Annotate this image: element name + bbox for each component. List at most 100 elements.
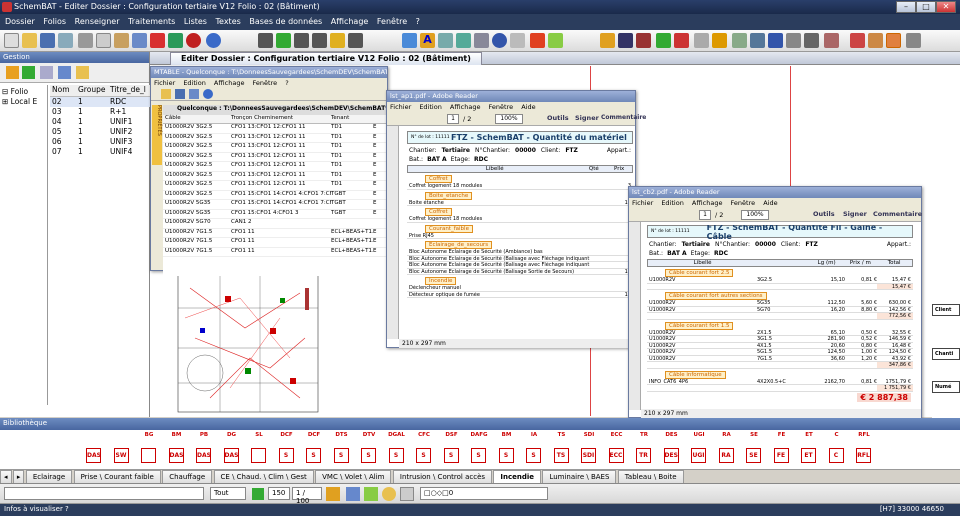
pdf2-page-input[interactable]: 1 <box>699 210 711 220</box>
library-symbol[interactable]: DAFG S <box>467 432 491 468</box>
library-symbol[interactable]: ECC ECC <box>605 432 629 468</box>
table-row[interactable]: 04 1 UNIF1 <box>50 117 150 127</box>
tab-vmc[interactable]: VMC \ Volet \ Alim <box>315 470 392 483</box>
pdf1-menu-edition[interactable]: Edition <box>419 103 442 111</box>
tool-2-icon[interactable] <box>868 33 883 48</box>
table-row[interactable]: 05 1 UNIF2 <box>50 127 150 137</box>
mtable-menu-affichage[interactable]: Affichage <box>214 79 245 87</box>
pdf2-nav-panel[interactable] <box>629 222 641 410</box>
tree-item-folio[interactable]: ⊟ Folio <box>2 87 45 97</box>
pdf1-menu-aide[interactable]: Aide <box>521 103 535 111</box>
save-icon[interactable] <box>175 89 185 99</box>
open-icon[interactable] <box>22 33 37 48</box>
library-symbol[interactable]: TS TS <box>550 432 574 468</box>
library-symbol[interactable]: RA RA <box>715 432 739 468</box>
library-symbol[interactable]: SE SE <box>742 432 766 468</box>
table-row[interactable]: 03 1 R+1 <box>50 107 150 117</box>
pdf1-tools-button[interactable]: Outils <box>547 114 569 122</box>
tab-scroll-left-icon[interactable]: ◂ <box>0 470 12 483</box>
library-symbol[interactable]: CFC S <box>412 432 436 468</box>
library-symbol[interactable]: TR TR <box>632 432 656 468</box>
menu-help[interactable]: ? <box>416 17 420 26</box>
close-cross-icon[interactable] <box>510 33 525 48</box>
table-row[interactable]: U1000R2V 5G70 CAN1 2 <box>163 219 389 229</box>
menu-folios[interactable]: Folios <box>43 17 66 26</box>
library-symbol[interactable]: BM S <box>495 432 519 468</box>
symbol-select[interactable]: □○◇□0 <box>420 487 548 500</box>
tool-3-icon[interactable] <box>906 33 921 48</box>
pdf1-page-input[interactable]: 1 <box>447 114 459 124</box>
layer-icon[interactable] <box>402 33 417 48</box>
menu-fenetre[interactable]: Fenêtre <box>377 17 407 26</box>
settings-icon[interactable] <box>804 33 819 48</box>
save-icon[interactable] <box>40 33 55 48</box>
menu-dossier[interactable]: Dossier <box>5 17 35 26</box>
grid-icon[interactable] <box>252 488 264 500</box>
stop-icon[interactable] <box>186 33 201 48</box>
tab-luminaire[interactable]: Luminaire \ BAES <box>542 470 617 483</box>
table-row[interactable]: U1000R2V 5G35 CFO1 15:CFO1 4:CFO1 3 TGBT E <box>163 210 389 219</box>
edit-mode-icon[interactable] <box>364 487 378 501</box>
table-row[interactable]: U1000R2V 3G2.5 CFO1 13:CFO1 12:CFO1 11 TD1… <box>163 143 389 153</box>
layer-select[interactable]: Tout <box>210 487 246 500</box>
help-icon[interactable] <box>203 89 213 99</box>
library-symbol[interactable]: FE FE <box>770 432 794 468</box>
scale-a-input[interactable]: 150 <box>268 487 290 500</box>
menu-traitements[interactable]: Traitements <box>128 17 175 26</box>
table-row[interactable]: 02 1 RDC <box>50 97 150 107</box>
mtable-menu-help[interactable]: ? <box>285 79 288 87</box>
gear-icon[interactable] <box>786 33 801 48</box>
pdf1-comment-button[interactable]: Commentaire <box>601 114 646 121</box>
tree-item-local[interactable]: ⊞ Local E <box>2 97 45 107</box>
pdf2-tools-button[interactable]: Outils <box>813 210 835 218</box>
library-symbol[interactable]: SDI SDI <box>577 432 601 468</box>
library-symbol[interactable]: DCF S <box>302 432 326 468</box>
bulb-icon[interactable] <box>712 33 727 48</box>
list-icon[interactable] <box>276 33 291 48</box>
select-icon[interactable] <box>456 33 471 48</box>
copy-icon[interactable] <box>96 33 111 48</box>
col-tenant[interactable]: Tenant <box>331 115 373 123</box>
table-row[interactable]: 06 1 UNIF3 <box>50 137 150 147</box>
table-row[interactable]: U1000R2V 3G2.5 CFO1 13:CFO1 12:CFO1 11 TD1… <box>163 172 389 181</box>
tab-prise[interactable]: Prise \ Courant faible <box>73 470 161 483</box>
print-icon[interactable] <box>132 33 147 48</box>
prev-icon[interactable] <box>294 33 309 48</box>
tab-incendie[interactable]: Incendie <box>493 470 542 483</box>
library-symbol[interactable]: ET ET <box>797 432 821 468</box>
table-row[interactable]: U1000R2V 3G2.5 CFO1 13:CFO1 12:CFO1 11 TD1… <box>163 162 389 172</box>
mtable-menu-edition[interactable]: Edition <box>183 79 206 87</box>
library-symbol[interactable]: PB DAS <box>192 432 216 468</box>
tool-1-icon[interactable] <box>600 33 615 48</box>
tab-ce[interactable]: CE \ Chaud. \ Clim \ Gest <box>213 470 314 483</box>
tab-eclairage[interactable]: Eclairage <box>25 470 73 483</box>
pdf2-menu-fenetre[interactable]: Fenêtre <box>731 199 756 207</box>
edit-icon[interactable] <box>40 66 53 79</box>
panel-icon[interactable] <box>732 33 747 48</box>
filter-icon[interactable] <box>656 33 671 48</box>
info-icon[interactable] <box>492 33 507 48</box>
table-row[interactable]: U1000R2V 7G1.5 CFO1 11 ECL+BEAS+T1.3 E <box>163 248 389 257</box>
next-icon[interactable] <box>312 33 327 48</box>
library-symbol[interactable]: UGI UGI <box>687 432 711 468</box>
pdf1-zoom[interactable]: 100% <box>495 114 523 124</box>
library-symbol[interactable]: SW <box>110 432 134 468</box>
library-symbol[interactable]: DGAL S <box>385 432 409 468</box>
library-symbol[interactable]: RFL RFL <box>852 432 876 468</box>
close-button[interactable]: ✕ <box>936 1 956 13</box>
table-row[interactable]: U1000R2V 3G2.5 CFO1 13:CFO1 12:CFO1 11 TD1… <box>163 124 389 134</box>
table-row[interactable]: U1000R2V 3G2.5 CFO1 15:CFO1 14:CFO1 4:CFO… <box>163 191 389 200</box>
calc-icon[interactable] <box>750 33 765 48</box>
tab-tableau[interactable]: Tableau \ Boite <box>617 470 684 483</box>
menu-bases[interactable]: Bases de données <box>249 17 322 26</box>
zoom-icon[interactable] <box>548 33 563 48</box>
table-row[interactable]: U1000R2V 3G2.5 CFO1 13:CFO1 12:CFO1 11 TD1… <box>163 153 389 162</box>
table-icon[interactable] <box>438 33 453 48</box>
last-icon[interactable] <box>348 33 363 48</box>
refresh-icon[interactable] <box>168 33 183 48</box>
pdf2-menu-fichier[interactable]: Fichier <box>632 199 653 207</box>
print-icon[interactable] <box>189 89 199 99</box>
col-troncon[interactable]: Tronçon Cheminement <box>231 115 331 123</box>
library-symbol[interactable]: DSF S <box>440 432 464 468</box>
measure-icon[interactable] <box>474 33 489 48</box>
